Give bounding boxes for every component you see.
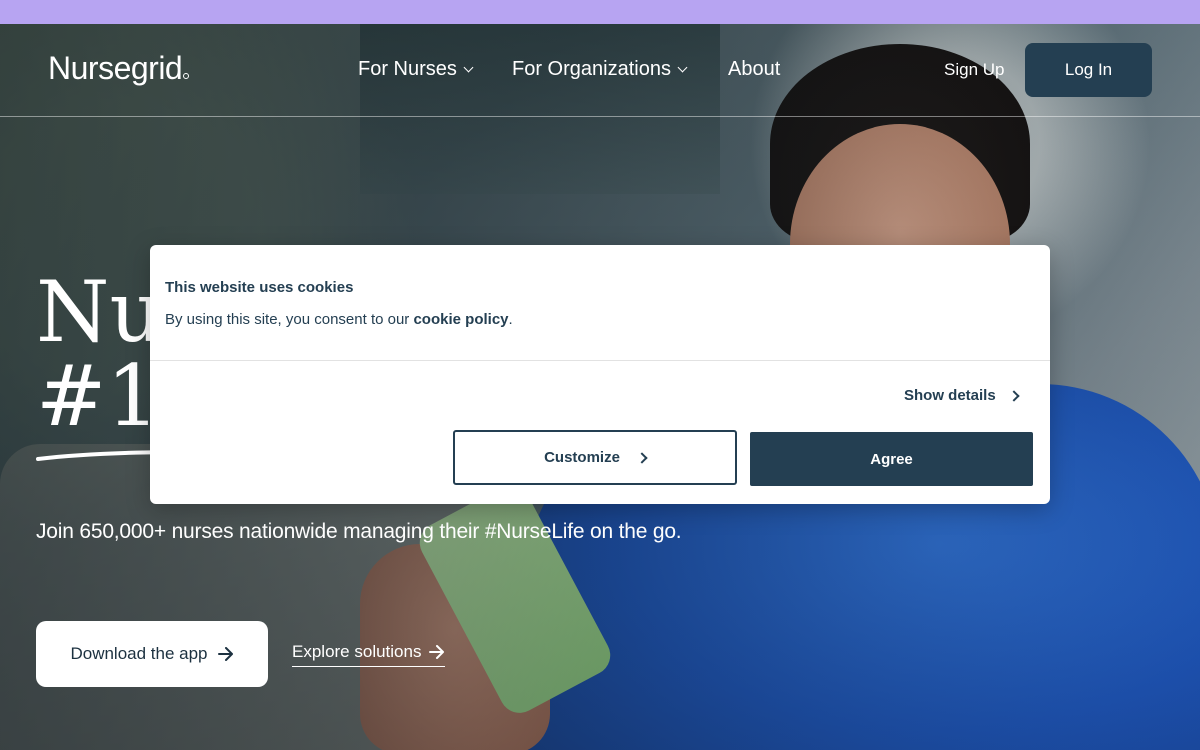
arrow-right-icon (429, 645, 445, 659)
cookie-title: This website uses cookies (165, 279, 354, 296)
log-in-button[interactable]: Log In (1025, 43, 1152, 97)
sign-up-link[interactable]: Sign Up (944, 60, 1004, 80)
cookie-message-prefix: By using this site, you consent to our (165, 311, 414, 328)
logo[interactable]: Nursegrid (48, 50, 190, 87)
cookie-consent-dialog: This website uses cookies By using this … (150, 245, 1050, 504)
nav-for-organizations[interactable]: For Organizations (512, 58, 688, 81)
cookie-policy-link[interactable]: cookie policy (413, 311, 508, 328)
explore-solutions-link[interactable]: Explore solutions (292, 642, 446, 667)
customize-button[interactable]: Customize (453, 430, 737, 485)
explore-solutions-label: Explore solutions (292, 642, 422, 661)
agree-button[interactable]: Agree (750, 432, 1033, 486)
nav-for-nurses[interactable]: For Nurses (358, 58, 474, 81)
cookie-divider (150, 360, 1050, 361)
cookie-message: By using this site, you consent to our c… (165, 311, 513, 328)
arrow-right-icon (217, 647, 234, 661)
hero-subtitle: Join 650,000+ nurses nationwide managing… (36, 520, 682, 543)
download-app-label: Download the app (70, 644, 208, 663)
nav-about-label: About (728, 58, 781, 80)
chevron-down-icon (677, 62, 688, 73)
nav-about[interactable]: About (728, 58, 780, 81)
customize-label: Customize (544, 449, 620, 466)
logo-text: Nursegrid (48, 50, 183, 86)
page: Nursegrid For Nurses For Organizations A… (0, 0, 1200, 750)
top-banner (0, 0, 1200, 24)
chevron-right-icon (636, 451, 648, 464)
nav-for-nurses-label: For Nurses (358, 58, 457, 80)
chevron-right-icon (1008, 389, 1020, 402)
registered-mark-icon (183, 73, 190, 79)
show-details-label: Show details (904, 387, 996, 404)
nav-for-organizations-label: For Organizations (512, 58, 671, 80)
chevron-down-icon (463, 62, 474, 73)
cookie-message-suffix: . (508, 311, 513, 328)
main-nav: Nursegrid For Nurses For Organizations A… (0, 24, 1200, 117)
download-app-button[interactable]: Download the app (36, 621, 268, 687)
show-details-link[interactable]: Show details (904, 387, 1020, 404)
